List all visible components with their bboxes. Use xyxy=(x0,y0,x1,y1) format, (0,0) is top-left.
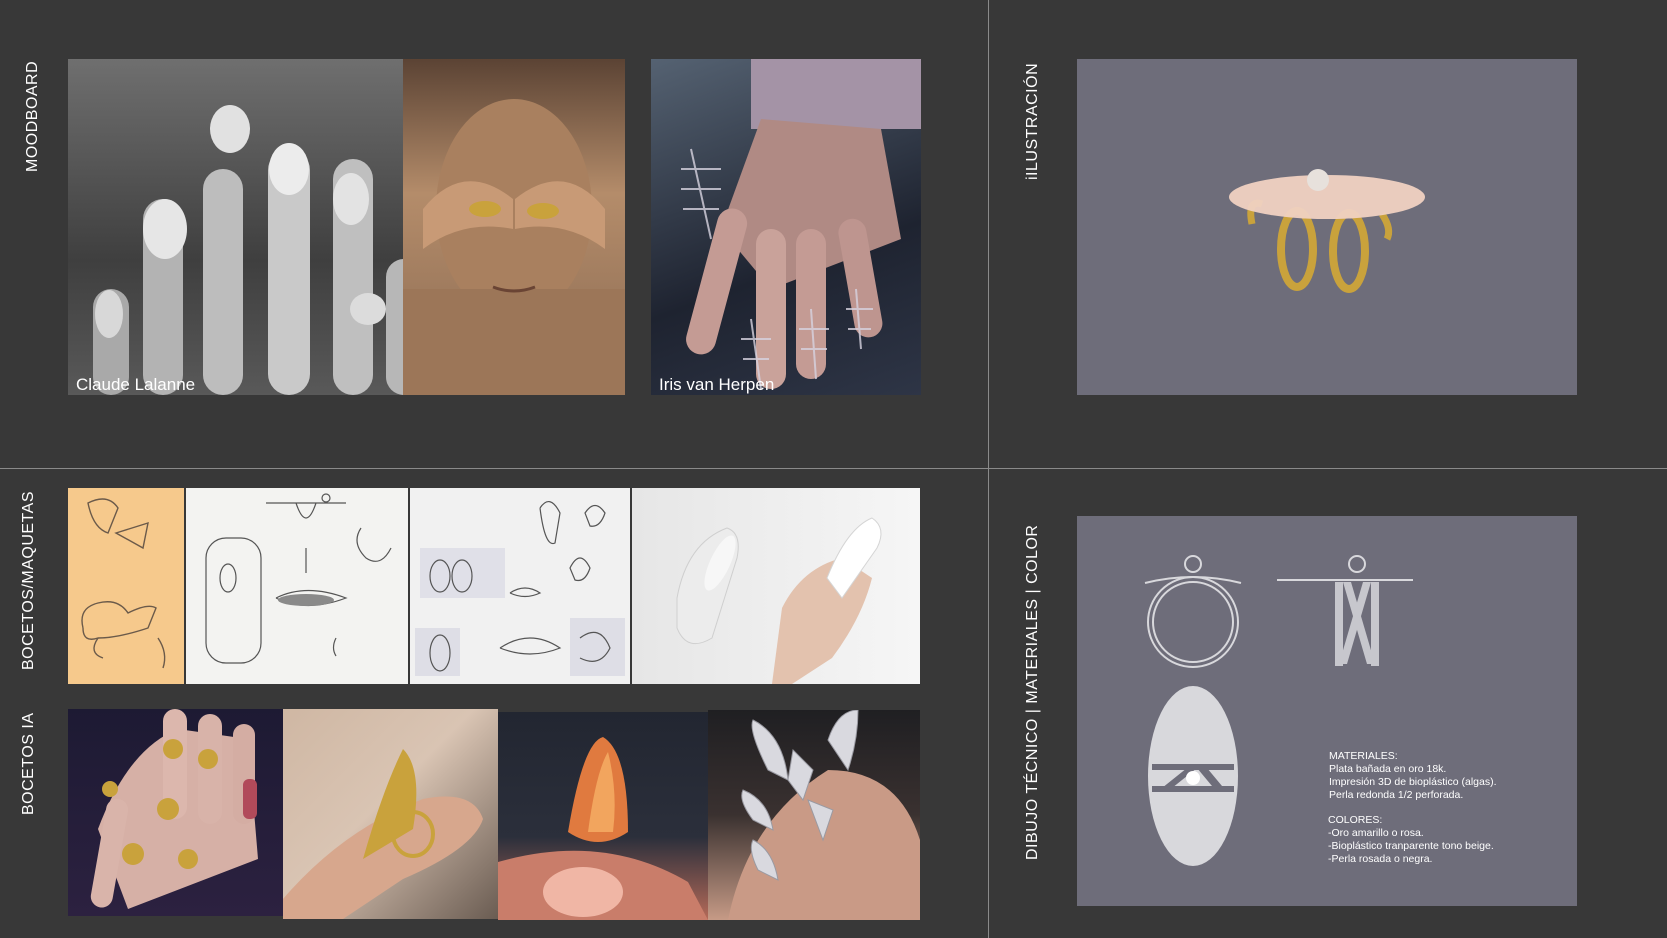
face-hands-photo xyxy=(403,59,625,395)
lalanne-caption: Claude Lalanne xyxy=(76,375,196,394)
sketch-drawing-1 xyxy=(81,498,166,669)
materiales-title: MATERIALES: xyxy=(1329,750,1398,762)
bud-nail-illustration xyxy=(498,737,708,920)
silver-fingers-illustration xyxy=(93,105,403,395)
hand-illustration xyxy=(681,59,921,390)
silver-nails-illustration xyxy=(728,710,920,920)
vertical-divider xyxy=(988,0,989,938)
dibujo-tecnico-label: DIBUJO TÉCNICO | MATERIALES | COLOR xyxy=(1024,524,1041,861)
sketch-drawing-2 xyxy=(205,493,392,664)
materiales-block: MATERIALES: Plata bañada en oro 18k. Imp… xyxy=(1329,750,1497,802)
sketch-drawing-3 xyxy=(415,501,625,676)
colores-item: -Bioplástico tranparente tono beige. xyxy=(1328,840,1494,852)
technical-drawing-panel: MATERIALES: Plata bañada en oro 18k. Imp… xyxy=(1077,516,1577,906)
technical-drawing xyxy=(1144,555,1413,866)
fingers-gold-ring-illustration xyxy=(283,749,483,919)
ring-maquette-photo xyxy=(632,488,920,684)
colores-block: COLORES: -Oro amarillo o rosa. -Bioplást… xyxy=(1328,814,1494,866)
herpen-photo: Iris van Herpen xyxy=(651,59,921,395)
colores-title: COLORES: xyxy=(1328,814,1383,826)
ai-sketch-1 xyxy=(68,709,283,916)
ai-sketch-2 xyxy=(283,709,498,919)
hand-gold-rings-illustration xyxy=(90,709,258,909)
colores-item: -Perla rosada o negra. xyxy=(1328,853,1433,865)
sketch-2 xyxy=(186,488,408,684)
materiales-item: Plata bañada en oro 18k. xyxy=(1329,763,1447,775)
moodboard-label: MOODBOARD xyxy=(24,60,41,172)
colores-item: -Oro amarillo o rosa. xyxy=(1328,827,1424,839)
ilustracion-label: iILUSTRACIÓN xyxy=(1024,62,1041,180)
materiales-item: Impresión 3D de bioplástico (algas). xyxy=(1329,776,1497,788)
ring-render xyxy=(1077,59,1577,395)
sketch-1 xyxy=(68,488,184,684)
materiales-item: Perla redonda 1/2 perforada. xyxy=(1329,789,1464,801)
bocetos-maquetas-label: BOCETOS/MAQUETAS xyxy=(20,491,37,670)
bocetos-ia-label: BOCETOS IA xyxy=(20,712,37,815)
ring-3d-illustration xyxy=(1229,169,1425,293)
face-illustration xyxy=(403,99,625,395)
ai-sketch-3 xyxy=(498,712,708,920)
sketch-3 xyxy=(410,488,630,684)
white-ring-maquette xyxy=(676,517,882,684)
horizontal-divider xyxy=(0,468,1667,469)
lalanne-photo: Claude Lalanne xyxy=(68,59,403,395)
ai-sketch-4 xyxy=(708,710,920,920)
herpen-caption: Iris van Herpen xyxy=(659,375,775,394)
